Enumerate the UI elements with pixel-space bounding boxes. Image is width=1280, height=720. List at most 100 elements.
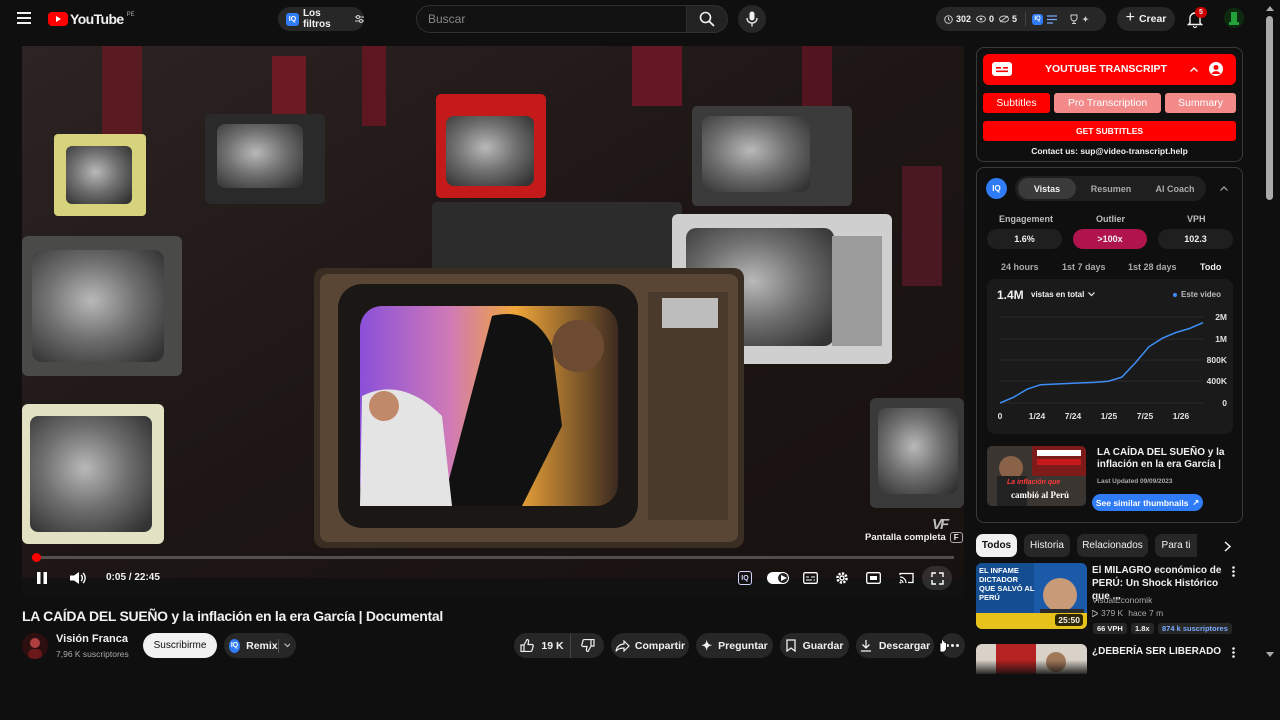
like-button[interactable]: 19 K — [514, 633, 570, 658]
filters-button[interactable]: IQ Los filtros — [278, 7, 364, 31]
subscribe-button[interactable]: Suscribirme — [143, 633, 217, 658]
chip-related[interactable]: Relacionados — [1077, 534, 1148, 557]
thumbnail-text-line1: La inflación que — [1007, 479, 1061, 486]
share-icon — [615, 639, 630, 652]
page-scrollbar[interactable] — [1266, 0, 1274, 720]
pause-button[interactable] — [36, 571, 48, 585]
thumbnail-preview[interactable]: La inflación que cambió al Perú — [987, 446, 1086, 506]
rec-thumbnail[interactable]: EL INFAME DICTADOR QUE SALVÓ AL PERÚ 25:… — [976, 563, 1087, 629]
avatar[interactable] — [1224, 8, 1244, 28]
save-label: Guardar — [802, 639, 844, 652]
progress-bar[interactable] — [31, 553, 954, 562]
mute-button[interactable] — [69, 571, 86, 585]
channel-avatar-image — [22, 633, 48, 659]
vidiq-stats-bar[interactable]: 302 0 5 IQ ✦ — [936, 7, 1106, 31]
masthead: YouTube PE IQ Los filtros Buscar 302 0 5… — [0, 0, 1280, 38]
scroll-up-arrow[interactable] — [1266, 6, 1274, 11]
scroll-down-arrow[interactable] — [1266, 652, 1274, 657]
chart-x-tick-label: 1/26 — [1173, 411, 1190, 421]
rec-subs: 874 k suscriptores — [1162, 624, 1228, 633]
chevron-up-icon[interactable] — [1190, 67, 1198, 72]
vidiq-tab-summary[interactable]: Resumen — [1082, 178, 1140, 199]
menu-icon[interactable] — [17, 12, 31, 24]
sparkle-icon: ✦ — [701, 637, 713, 653]
tab-subtitles-label: Subtitles — [996, 97, 1037, 109]
chip-for-you[interactable]: Para ti — [1155, 534, 1197, 557]
tab-subtitles[interactable]: Subtitles — [983, 93, 1050, 113]
remix-button[interactable]: IQ Remix — [224, 633, 296, 658]
range-7d[interactable]: 1st 7 days — [1062, 262, 1106, 272]
rec-views: 379 K — [1101, 608, 1124, 618]
video-title: LA CAÍDA DEL SUEÑO y la inflación en la … — [22, 608, 443, 624]
vidiq-tab-ai-coach-label: AI Coach — [1155, 183, 1195, 194]
tab-pro-transcription-label: Pro Transcription — [1067, 97, 1148, 109]
vidiq-tab-summary-label: Resumen — [1090, 183, 1132, 194]
user-icon[interactable] — [1209, 62, 1223, 76]
channel-avatar[interactable] — [22, 633, 48, 659]
subtitles-button[interactable] — [803, 572, 818, 584]
views-dropdown[interactable]: vistas en total — [1031, 290, 1096, 299]
notifications-button[interactable]: 5 — [1187, 7, 1207, 29]
range-24h[interactable]: 24 hours — [1001, 262, 1039, 272]
get-subtitles-button[interactable]: GET SUBTITLES — [983, 121, 1236, 141]
create-button[interactable]: + Crear — [1117, 7, 1175, 31]
download-button[interactable]: Descargar — [856, 633, 934, 658]
search-icon — [699, 11, 715, 27]
chip-all[interactable]: Todos — [976, 534, 1017, 557]
progress-scrubber[interactable] — [31, 553, 41, 562]
create-label: Crear — [1138, 13, 1167, 25]
range-28d[interactable]: 1st 28 days — [1128, 262, 1177, 272]
autoplay-toggle[interactable] — [767, 572, 789, 584]
engagement-value: 1.6% — [1014, 234, 1035, 244]
thumbnail-text-line2: cambió al Perú — [1011, 490, 1069, 500]
rec-title[interactable]: ¿DEBERÍA SER LIBERADO EN EL — [1092, 645, 1232, 660]
transcript-header[interactable]: YOUTUBE TRANSCRIPT — [983, 54, 1236, 85]
search-input[interactable]: Buscar — [416, 5, 686, 33]
fullscreen-button[interactable] — [922, 566, 952, 590]
save-button[interactable]: Guardar — [780, 633, 849, 658]
channel-name[interactable]: Visión Franca — [56, 633, 128, 645]
tab-pro-transcription[interactable]: Pro Transcription — [1054, 93, 1161, 113]
chevron-down-icon — [284, 643, 290, 648]
search-button[interactable] — [686, 5, 728, 33]
legend-label: Este video — [1181, 290, 1222, 299]
video-player[interactable]: VF Pantalla completa F — [22, 46, 964, 598]
more-vertical-icon — [1232, 647, 1235, 658]
miniplayer-button[interactable] — [866, 572, 881, 584]
chevron-up-icon[interactable] — [1220, 186, 1228, 191]
cast-icon — [899, 572, 914, 584]
cast-button[interactable] — [899, 572, 914, 584]
transcript-logo-icon — [992, 62, 1012, 76]
bottom-fade — [976, 660, 1246, 676]
youtube-logo[interactable]: YouTube PE — [48, 11, 135, 27]
vidiq-tab-views[interactable]: Vistas — [1018, 178, 1076, 199]
views-chart: 0 400K 800K 1M 2M 0 1/24 7/24 1/25 7/25 1/26 — [998, 312, 1228, 421]
rec-more-button[interactable] — [1232, 566, 1235, 577]
sliders-icon — [355, 15, 364, 23]
share-button[interactable]: Compartir — [611, 633, 689, 658]
voice-search-button[interactable] — [738, 5, 766, 33]
rec-more-button[interactable] — [1232, 647, 1235, 658]
chip-related-label: Relacionados — [1082, 540, 1143, 551]
scrollbar-thumb[interactable] — [1266, 16, 1273, 200]
rec-duration: 25:50 — [1055, 614, 1083, 626]
fullscreen-icon — [930, 571, 944, 585]
vidiq-icon: IQ — [1032, 13, 1044, 25]
rec-age: hace 7 m — [1128, 608, 1164, 618]
chip-history[interactable]: Historia — [1024, 534, 1070, 557]
dislike-button[interactable] — [570, 633, 604, 658]
country-code: PE — [126, 12, 135, 18]
similar-thumbnails-button[interactable]: See similar thumbnails ↗ — [1092, 494, 1203, 511]
vidiq-icon: IQ — [229, 638, 241, 653]
range-all[interactable]: Todo — [1200, 262, 1221, 272]
download-label: Descargar — [878, 639, 931, 652]
vidiq-tab-ai-coach[interactable]: AI Coach — [1146, 178, 1204, 199]
settings-button[interactable] — [835, 571, 849, 585]
vidiq-player-button[interactable]: IQ — [738, 571, 752, 585]
ask-button[interactable]: ✦ Preguntar — [696, 633, 773, 658]
tab-summary[interactable]: Summary — [1165, 93, 1236, 113]
chips-next-button[interactable] — [1219, 538, 1235, 554]
metric-engagement-label: Engagement — [999, 214, 1054, 224]
rec-channel[interactable]: VisualEconomik — [1092, 595, 1152, 605]
chip-all-label: Todos — [981, 540, 1012, 551]
